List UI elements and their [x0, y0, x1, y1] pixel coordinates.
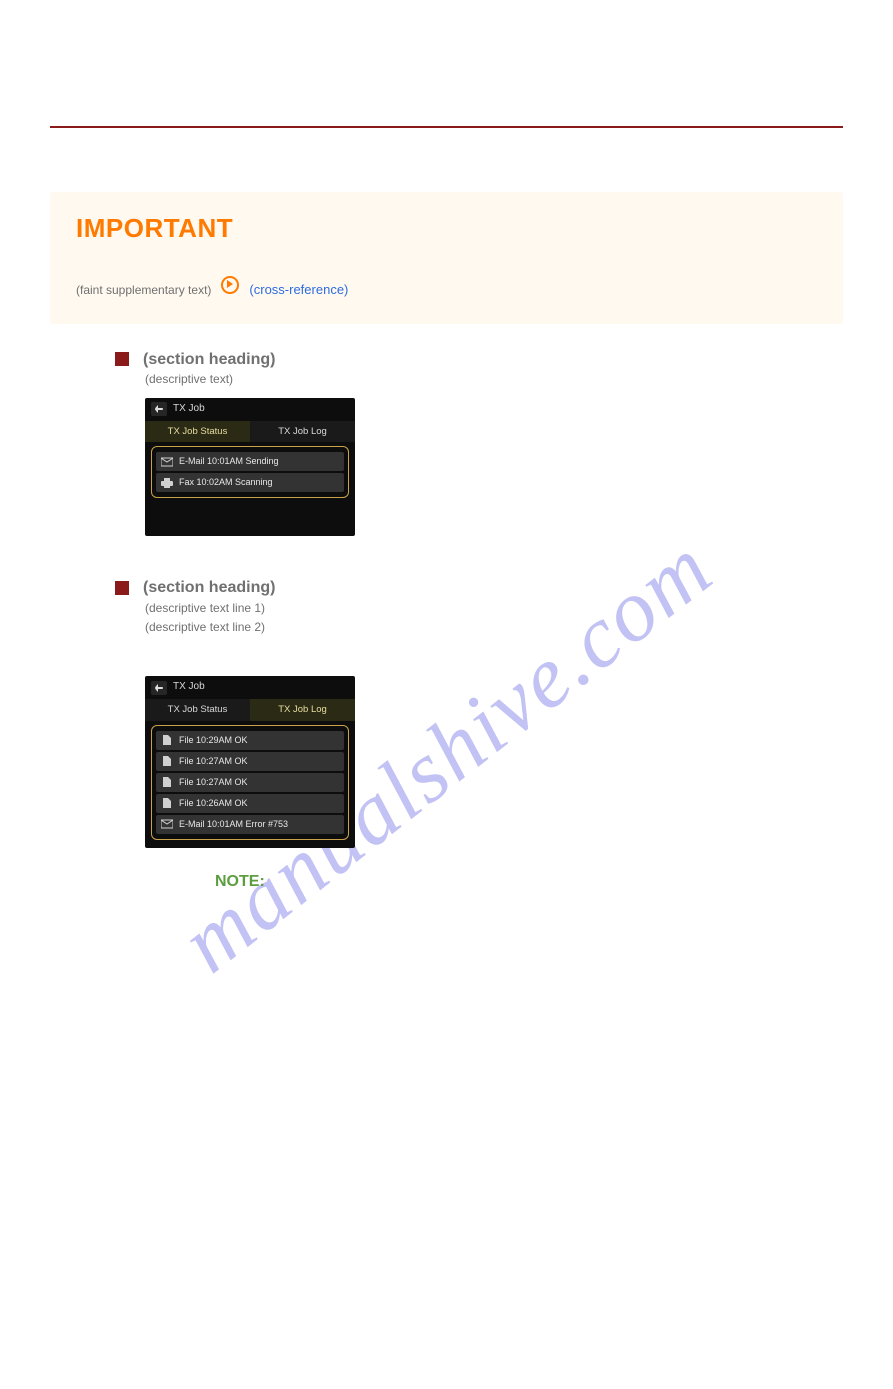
section-b: (section heading) (descriptive text line…	[50, 576, 843, 893]
screenshot-titlebar: TX Job	[145, 676, 355, 699]
screenshot-list: E-Mail 10:01AM Sending Fax 10:02AM Scann…	[151, 446, 349, 498]
section-rule	[50, 126, 843, 128]
square-bullet-icon	[115, 352, 129, 366]
section-b-sub2: (descriptive text line 2)	[145, 619, 843, 636]
screenshot-log: TX Job TX Job Status TX Job Log File 10:…	[145, 676, 355, 848]
back-icon[interactable]	[151, 402, 167, 416]
section-a-title: (section heading)	[143, 348, 275, 371]
list-item[interactable]: E-Mail 10:01AM Sending	[156, 452, 344, 471]
page-content: IMPORTANT (faint supplementary text) (cr…	[0, 126, 893, 893]
file-icon	[161, 735, 173, 745]
note-heading: NOTE:	[215, 870, 843, 893]
important-body: (faint supplementary text) (cross-refere…	[76, 276, 817, 300]
important-link[interactable]: (cross-reference)	[249, 281, 348, 300]
section-b-sub1: (descriptive text line 1)	[145, 600, 843, 617]
screenshot-tabs: TX Job Status TX Job Log	[145, 421, 355, 443]
tab-log[interactable]: TX Job Log	[250, 699, 355, 721]
important-heading: IMPORTANT	[76, 210, 817, 248]
section-b-title: (section heading)	[143, 576, 275, 599]
list-item-text: File 10:27AM OK	[179, 776, 248, 789]
square-bullet-icon	[115, 581, 129, 595]
tab-status[interactable]: TX Job Status	[145, 699, 250, 721]
section-a: (section heading) (descriptive text) TX …	[50, 348, 843, 537]
list-item[interactable]: File 10:29AM OK	[156, 731, 344, 750]
screenshot-list: File 10:29AM OK File 10:27AM OK File 10:…	[151, 725, 349, 840]
list-item-text: File 10:26AM OK	[179, 797, 248, 810]
list-item-text: E-Mail 10:01AM Sending	[179, 455, 279, 468]
screenshot-tabs: TX Job Status TX Job Log	[145, 699, 355, 721]
list-item-text: File 10:27AM OK	[179, 755, 248, 768]
mail-icon	[161, 457, 173, 467]
list-item[interactable]: File 10:27AM OK	[156, 752, 344, 771]
list-item-text: File 10:29AM OK	[179, 734, 248, 747]
list-item-text: Fax 10:02AM Scanning	[179, 476, 273, 489]
section-a-sub: (descriptive text)	[145, 371, 843, 388]
list-item[interactable]: File 10:27AM OK	[156, 773, 344, 792]
screenshot-title: TX Job	[173, 680, 205, 695]
tab-log[interactable]: TX Job Log	[250, 421, 355, 443]
screenshot-status: TX Job TX Job Status TX Job Log E-Mail 1…	[145, 398, 355, 536]
list-item[interactable]: E-Mail 10:01AM Error #753	[156, 815, 344, 834]
mail-icon	[161, 819, 173, 829]
file-icon	[161, 756, 173, 766]
tab-status[interactable]: TX Job Status	[145, 421, 250, 443]
play-icon	[221, 276, 239, 294]
list-item-text: E-Mail 10:01AM Error #753	[179, 818, 288, 831]
file-icon	[161, 798, 173, 808]
list-item[interactable]: Fax 10:02AM Scanning	[156, 473, 344, 492]
fax-icon	[161, 478, 173, 488]
section-a-header: (section heading)	[115, 348, 843, 371]
screenshot-titlebar: TX Job	[145, 398, 355, 421]
screenshot-title: TX Job	[173, 402, 205, 417]
back-icon[interactable]	[151, 681, 167, 695]
file-icon	[161, 777, 173, 787]
important-prefix: (faint supplementary text)	[76, 282, 211, 299]
important-callout: IMPORTANT (faint supplementary text) (cr…	[50, 192, 843, 324]
list-item[interactable]: File 10:26AM OK	[156, 794, 344, 813]
section-b-header: (section heading)	[115, 576, 843, 599]
